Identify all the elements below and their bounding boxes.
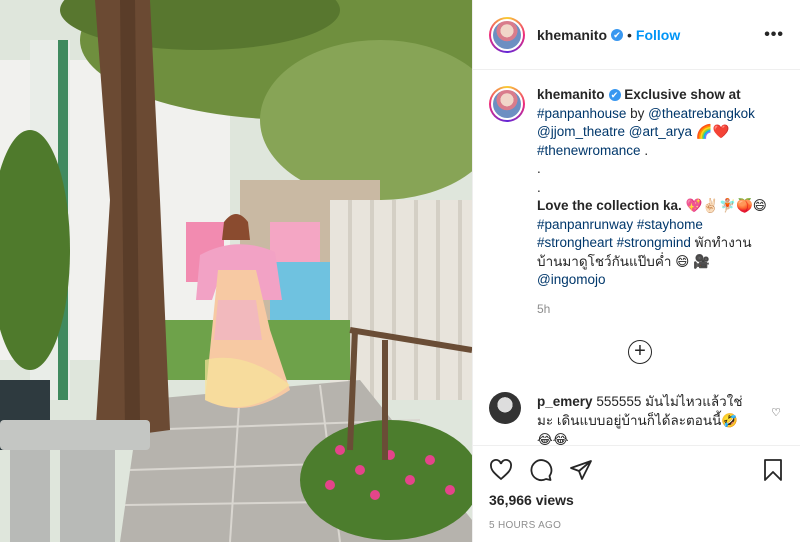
post-time[interactable]: 5 HOURS AGO — [489, 520, 785, 531]
bookmark-icon[interactable] — [761, 458, 785, 482]
caption-dot-1: . — [537, 161, 541, 176]
follow-button[interactable]: Follow — [636, 27, 680, 43]
post-video-frame — [0, 0, 472, 542]
caption-emoji-2: 💖✌🏻🧚🏼🍑😄 — [685, 198, 767, 213]
caption-emoji-1: 🌈❤️ — [695, 124, 730, 139]
commenter-avatar[interactable] — [489, 392, 521, 424]
hashtag-panpanhouse[interactable]: #panpanhouse — [537, 106, 626, 121]
comment-text: p_emery 555555 มันไม่ไหวแล้วใช่มะ เดินแบ… — [537, 392, 757, 449]
caption-dot-2: . — [537, 179, 541, 195]
caption-section: khemanito ✔ Exclusive show at #panpanhous… — [473, 70, 800, 388]
mention-ingomojo[interactable]: @ingomojo — [537, 272, 606, 287]
caption-thai-2: บ้านมาดูโชว์กันแป๊บค่ำ — [537, 253, 672, 269]
post-header: khemanito ✔ • Follow ••• — [473, 0, 800, 70]
comment-item: p_emery 555555 มันไม่ไหวแล้วใช่มะ เดินแบ… — [489, 392, 789, 449]
author-avatar[interactable] — [489, 16, 525, 53]
mention-theatrebangkok[interactable]: @theatrebangkok — [648, 106, 755, 121]
hashtag-stayhome[interactable]: #stayhome — [637, 217, 703, 232]
post-side-panel: khemanito ✔ • Follow ••• khemanito ✔ Excl… — [472, 0, 800, 542]
plus-circle-icon[interactable]: + — [628, 340, 652, 364]
verified-badge-icon: ✔ — [611, 28, 624, 41]
caption-emoji-3: 😄 🎥 — [675, 253, 710, 269]
caption-thai-1: พักทำงาน — [694, 235, 752, 250]
separator-dot: • — [627, 26, 632, 43]
hashtag-strongmind[interactable]: #strongmind — [617, 235, 691, 250]
caption-end-dot: . — [644, 142, 649, 158]
views-count[interactable]: 36,966 views — [489, 492, 785, 508]
author-username[interactable]: khemanito — [537, 27, 607, 43]
caption-love-line: Love the collection ka. — [537, 198, 682, 213]
caption-timestamp[interactable]: 5h — [537, 300, 785, 319]
caption-by: by — [630, 105, 645, 121]
verified-badge-icon: ✔ — [608, 89, 621, 101]
share-icon[interactable] — [569, 458, 593, 482]
hashtag-thenewromance[interactable]: #thenewromance — [537, 143, 641, 158]
mention-jjom-theatre[interactable]: @jjom_theatre — [537, 124, 625, 139]
action-icons — [489, 456, 785, 484]
hashtag-panpanrunway[interactable]: #panpanrunway — [537, 217, 633, 232]
caption-text: khemanito ✔ Exclusive show at #panpanhous… — [537, 86, 785, 318]
more-options-icon[interactable]: ••• — [764, 26, 784, 44]
caption-row: khemanito ✔ Exclusive show at #panpanhous… — [489, 86, 785, 318]
heart-icon[interactable] — [489, 458, 513, 482]
hashtag-strongheart[interactable]: #strongheart — [537, 235, 613, 250]
caption-avatar[interactable] — [489, 86, 525, 122]
commenter-username[interactable]: p_emery — [537, 394, 593, 409]
post-media[interactable] — [0, 0, 472, 542]
mention-art-arya[interactable]: @art_arya — [629, 124, 692, 139]
comment-like-icon[interactable]: ♡ — [771, 406, 781, 419]
caption-username[interactable]: khemanito — [537, 87, 605, 102]
caption-line1: Exclusive show at — [624, 87, 741, 102]
action-bar: 36,966 views 5 HOURS AGO — [473, 445, 800, 542]
comment-icon[interactable] — [529, 458, 553, 482]
